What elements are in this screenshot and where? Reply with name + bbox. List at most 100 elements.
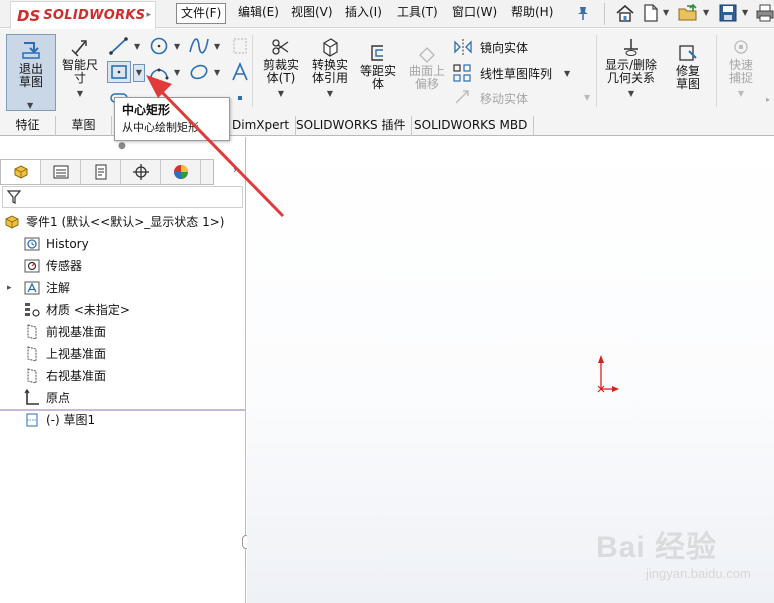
tree-item-annotations[interactable]: ▸ 注解 xyxy=(7,278,70,298)
solidworks-logo[interactable]: DS SOLIDWORKS ▸ xyxy=(10,1,156,29)
tree-item-label: (-) 草图1 xyxy=(46,413,96,427)
chevron-down-icon[interactable]: ▼ xyxy=(133,64,145,82)
circle-icon[interactable] xyxy=(148,36,170,56)
tooltip-title: 中心矩形 xyxy=(122,103,171,117)
display-delete-relations-button[interactable]: 显示/删除几何关系 ▼ xyxy=(600,37,662,100)
tab-display-manager[interactable] xyxy=(161,160,201,184)
filter-icon[interactable] xyxy=(6,189,22,205)
annotation-icon xyxy=(24,281,40,295)
tree-item-label: 前视基准面 xyxy=(46,325,107,339)
chevron-down-icon[interactable]: ▼ xyxy=(214,68,220,77)
new-document-icon[interactable] xyxy=(642,3,660,23)
tree-item-origin[interactable]: 原点 xyxy=(23,388,70,408)
tree-item-label: 右视基准面 xyxy=(46,369,107,383)
mirror-icon[interactable] xyxy=(452,37,474,57)
point-icon[interactable] xyxy=(229,88,251,108)
tab-dimxpert-manager[interactable] xyxy=(121,160,161,184)
tree-item-right-plane[interactable]: 右视基准面 xyxy=(23,366,106,386)
chevron-down-icon[interactable]: ▼ xyxy=(663,8,669,17)
linear-pattern-label[interactable]: 线性草图阵列 xyxy=(480,65,552,82)
tree-item-history[interactable]: History xyxy=(23,234,89,254)
chevron-down-icon[interactable]: ▼ xyxy=(600,87,662,100)
chevron-down-icon[interactable]: ▼ xyxy=(134,42,140,51)
tab-features[interactable]: 特征 xyxy=(0,116,56,136)
chevron-down-icon[interactable]: ▼ xyxy=(174,42,180,51)
watermark-url: jingyan.baidu.com xyxy=(646,566,751,581)
smart-dimension-icon xyxy=(71,40,87,57)
open-folder-icon[interactable] xyxy=(677,3,699,23)
text-tool-icon[interactable] xyxy=(229,62,251,82)
chevron-down-icon[interactable]: ▼ xyxy=(564,69,570,78)
menu-file[interactable]: 文件(F) xyxy=(176,3,227,24)
tab-feature-manager[interactable] xyxy=(1,160,41,184)
baidu-jingyan-watermark: Bai 经验 jingyan.baidu.com xyxy=(596,522,771,588)
tree-item-material[interactable]: 材质 <未指定> xyxy=(23,300,130,320)
offset-entities-button[interactable]: 等距实体 xyxy=(356,43,400,91)
ellipse-icon[interactable] xyxy=(188,62,210,82)
quick-snaps-button[interactable]: 快速捕捉 ▼ xyxy=(720,37,762,100)
tab-solidworks-addins[interactable]: SOLIDWORKS 插件 xyxy=(290,116,413,136)
smart-dimension-button[interactable]: 智能尺寸 ▼ xyxy=(58,37,102,100)
chevron-down-icon[interactable]: ▼ xyxy=(720,87,762,100)
arc-icon[interactable] xyxy=(148,62,170,82)
tree-item-front-plane[interactable]: 前视基准面 xyxy=(23,322,106,342)
print-icon[interactable] xyxy=(756,3,774,23)
plane-icon xyxy=(27,346,37,362)
chevron-right-icon[interactable]: ▸ xyxy=(7,278,19,298)
line-icon[interactable] xyxy=(108,36,130,56)
home-icon[interactable] xyxy=(614,3,636,23)
tab-configuration-manager[interactable] xyxy=(81,160,121,184)
tree-item-sensors[interactable]: 传感器 xyxy=(23,256,82,276)
tree-item-sketch1[interactable]: (-) 草图1 xyxy=(23,410,95,430)
repair-sketch-button[interactable]: 修复草图 xyxy=(664,43,712,91)
chevron-down-icon[interactable]: ▼ xyxy=(214,42,220,51)
repair-sketch-icon xyxy=(679,45,697,61)
watermark-main-text: Bai 经验 xyxy=(596,531,718,564)
chevron-down-icon[interactable]: ▼ xyxy=(27,99,33,112)
construction-geometry-icon[interactable] xyxy=(229,36,251,56)
center-rectangle-icon[interactable] xyxy=(107,61,131,83)
chevron-down-icon[interactable]: ▼ xyxy=(742,8,748,17)
tab-property-manager[interactable] xyxy=(41,160,81,184)
filter-bar[interactable] xyxy=(2,186,243,208)
more-icon[interactable]: ▸ xyxy=(766,95,770,104)
panel-tabs xyxy=(0,159,214,185)
chevron-down-icon[interactable]: ▼ xyxy=(584,93,590,102)
panel-collapse-handle[interactable]: ● xyxy=(118,141,126,151)
tab-dimxpert[interactable]: DimXpert xyxy=(226,116,297,136)
chevron-down-icon[interactable]: ▼ xyxy=(174,68,180,77)
save-icon[interactable] xyxy=(718,3,738,23)
menu-tools[interactable]: 工具(T) xyxy=(393,3,442,24)
tree-root-part[interactable]: 零件1 (默认<<默认>_显示状态 1>) xyxy=(3,212,224,232)
mirror-entities-label[interactable]: 镜向实体 xyxy=(480,39,528,56)
chevron-down-icon[interactable]: ▼ xyxy=(306,87,354,100)
move-entities-label[interactable]: 移动实体 xyxy=(480,90,528,107)
tab-solidworks-mbd[interactable]: SOLIDWORKS MBD xyxy=(408,116,535,136)
tree-item-top-plane[interactable]: 上视基准面 xyxy=(23,344,106,364)
chevron-down-icon[interactable]: ▼ xyxy=(703,8,709,17)
chevron-down-icon[interactable]: ▼ xyxy=(258,87,304,100)
spline-icon[interactable] xyxy=(188,36,210,56)
menu-view[interactable]: 视图(V) xyxy=(287,3,337,24)
pin-icon[interactable] xyxy=(576,5,590,21)
menu-bar: DS SOLIDWORKS ▸ 文件(F) 编辑(E) 视图(V) 插入(I) … xyxy=(0,0,774,29)
tree-item-label: 材质 <未指定> xyxy=(46,303,130,317)
tree-item-label: 原点 xyxy=(46,391,71,405)
tab-sketch[interactable]: 草图 xyxy=(56,116,112,136)
exit-sketch-button[interactable]: 退出草图 ▼ xyxy=(6,34,56,111)
menu-edit[interactable]: 编辑(E) xyxy=(234,3,283,24)
menu-window[interactable]: 窗口(W) xyxy=(448,3,501,24)
move-entities-icon[interactable] xyxy=(452,87,474,107)
menu-help[interactable]: 帮助(H) xyxy=(507,3,557,24)
trim-entities-button[interactable]: 剪裁实体(T) ▼ xyxy=(258,37,304,100)
linear-pattern-icon[interactable] xyxy=(452,63,474,83)
chevron-right-icon[interactable]: › xyxy=(233,165,237,176)
ribbon-divider xyxy=(252,35,253,107)
tree-item-label: 传感器 xyxy=(46,259,83,273)
convert-entities-button[interactable]: 转换实体引用 ▼ xyxy=(306,37,354,100)
exit-sketch-label: 退出草图 xyxy=(18,62,43,89)
history-icon xyxy=(24,237,40,251)
chevron-down-icon[interactable]: ▼ xyxy=(58,87,102,100)
offset-on-surface-button[interactable]: 曲面上偏移 xyxy=(404,43,450,91)
menu-insert[interactable]: 插入(I) xyxy=(341,3,386,24)
